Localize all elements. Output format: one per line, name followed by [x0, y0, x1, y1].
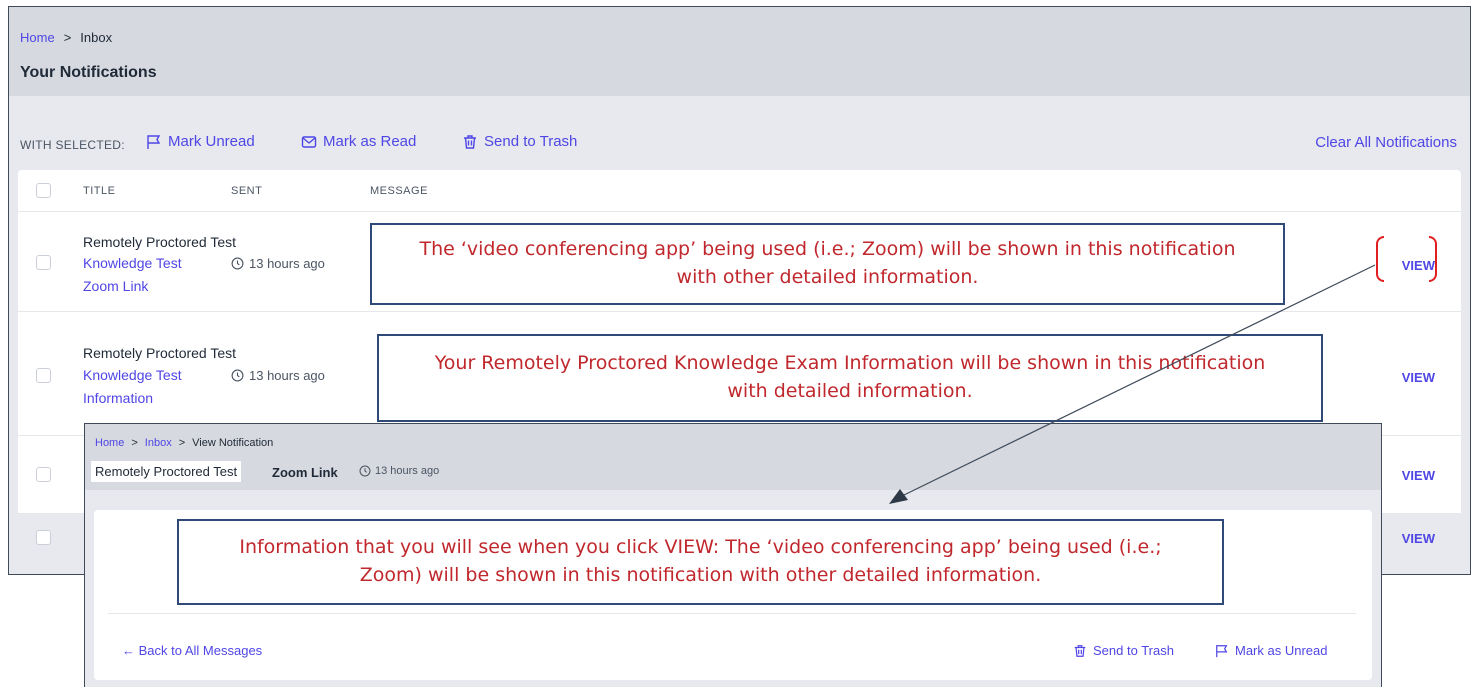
row-title: Remotely Proctored Test	[83, 234, 237, 250]
breadcrumb-separator: >	[131, 437, 138, 449]
row-sent-time: 13 hours ago	[249, 368, 325, 383]
clock-icon	[231, 257, 244, 270]
view-notification-header: Home > Inbox > View Notification Remotely Pr…	[85, 424, 1381, 490]
row-title: Remotely Proctored Test	[83, 345, 237, 361]
page-title: Your Notifications	[20, 64, 157, 81]
breadcrumb-current: Inbox	[80, 30, 113, 45]
row-title-link[interactable]: Knowledge Test	[83, 255, 182, 271]
row-title-link[interactable]: Information	[83, 390, 153, 406]
bulk-actions-toolbar: WITH SELECTED: Mark Unread Mark as Read …	[9, 131, 1470, 155]
mark-unread-button[interactable]: Mark Unread	[146, 133, 255, 150]
send-to-trash-label: Send to Trash	[484, 133, 578, 150]
trash-icon	[464, 134, 476, 149]
breadcrumb-current: View Notification	[192, 437, 274, 449]
table-header: TITLE SENT MESSAGE	[18, 170, 1461, 212]
view-button[interactable]: VIEW	[1402, 531, 1435, 546]
select-all-checkbox[interactable]	[36, 183, 51, 198]
mark-as-read-label: Mark as Read	[323, 133, 417, 150]
breadcrumb-inbox-link[interactable]: Inbox	[145, 437, 172, 449]
clock-icon	[359, 465, 371, 477]
clear-all-notifications-link[interactable]: Clear All Notifications	[1315, 134, 1457, 151]
breadcrumb-separator: >	[63, 30, 72, 45]
row-sent-time: 13 hours ago	[249, 256, 325, 271]
breadcrumb-separator: >	[178, 437, 186, 449]
tutorial-screenshot: Home > Inbox Your Notifications WITH SELEC…	[0, 0, 1478, 687]
back-to-all-messages-link[interactable]: ← Back to All Messages	[122, 643, 262, 658]
breadcrumb: Home > Inbox	[20, 30, 112, 45]
notification-sent: 13 hours ago	[359, 465, 439, 477]
mark-as-unread-button[interactable]: Mark as Unread	[1215, 643, 1327, 658]
notification-title-highlight: Remotely Proctored Test	[91, 461, 242, 482]
column-header-sent: SENT	[231, 185, 263, 197]
mark-unread-label: Mark Unread	[168, 133, 255, 150]
divider	[108, 613, 1356, 614]
row-title-link[interactable]: Zoom Link	[83, 278, 148, 294]
trash-icon	[1074, 644, 1086, 657]
clock-icon	[231, 369, 244, 382]
breadcrumb-home-link[interactable]: Home	[95, 437, 124, 449]
breadcrumb: Home > Inbox > View Notification	[95, 437, 273, 449]
highlight-bracket-right	[1429, 236, 1437, 282]
annotation-note: The ‘video conferencing app’ being used …	[370, 223, 1285, 305]
mark-as-unread-label: Mark as Unread	[1235, 643, 1328, 658]
annotation-note: Your Remotely Proctored Knowledge Exam I…	[377, 334, 1323, 422]
notification-sent-time: 13 hours ago	[375, 465, 440, 477]
row-title-link[interactable]: Knowledge Test	[83, 367, 182, 383]
column-header-message: MESSAGE	[370, 185, 428, 197]
send-to-trash-label: Send to Trash	[1093, 643, 1174, 658]
row-checkbox[interactable]	[36, 467, 51, 482]
row-checkbox[interactable]	[36, 530, 51, 545]
send-to-trash-button[interactable]: Send to Trash	[462, 133, 577, 150]
row-sent: 13 hours ago	[231, 368, 325, 383]
breadcrumb-home-link[interactable]: Home	[20, 30, 55, 45]
row-checkbox[interactable]	[36, 255, 51, 270]
view-button[interactable]: VIEW	[1402, 468, 1435, 483]
with-selected-label: WITH SELECTED:	[20, 138, 125, 152]
annotation-note: Information that you will see when you c…	[177, 519, 1224, 605]
notification-title: Zoom Link	[272, 465, 338, 480]
column-header-title: TITLE	[83, 185, 116, 197]
row-checkbox[interactable]	[36, 368, 51, 383]
envelope-icon	[301, 135, 317, 148]
send-to-trash-button[interactable]: Send to Trash	[1073, 643, 1174, 658]
view-button[interactable]: VIEW	[1402, 370, 1435, 385]
flag-icon	[1216, 644, 1228, 657]
row-sent: 13 hours ago	[231, 256, 325, 271]
mark-as-read-button[interactable]: Mark as Read	[301, 133, 416, 150]
page-header: Home > Inbox Your Notifications	[9, 7, 1470, 96]
highlight-bracket-left	[1376, 236, 1384, 282]
flag-icon	[147, 134, 161, 149]
